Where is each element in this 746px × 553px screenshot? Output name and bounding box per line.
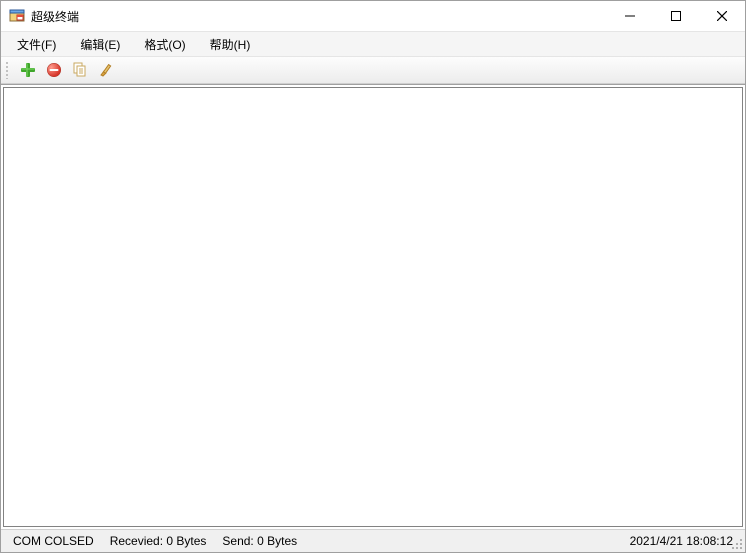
statusbar: COM COLSED Recevied: 0 Bytes Send: 0 Byt… — [1, 529, 745, 552]
minus-icon — [46, 62, 62, 78]
plus-icon — [20, 62, 36, 78]
close-button[interactable] — [699, 1, 745, 31]
menu-format[interactable]: 格式(O) — [134, 34, 195, 55]
brush-icon — [98, 62, 114, 78]
add-button[interactable] — [19, 61, 37, 79]
maximize-button[interactable] — [653, 1, 699, 31]
toolbar — [1, 57, 745, 84]
window-title: 超级终端 — [31, 8, 79, 25]
copy-button[interactable] — [71, 61, 89, 79]
minimize-button[interactable] — [607, 1, 653, 31]
menu-file[interactable]: 文件(F) — [7, 34, 66, 55]
client-wrap — [1, 84, 745, 529]
copy-icon — [72, 62, 88, 78]
titlebar: 超级终端 — [1, 1, 745, 31]
status-com: COM COLSED — [5, 534, 102, 548]
status-received: Recevied: 0 Bytes — [102, 534, 215, 548]
status-datetime: 2021/4/21 18:08:12 — [622, 534, 741, 548]
menubar: 文件(F) 编辑(E) 格式(O) 帮助(H) — [1, 31, 745, 57]
app-window: 超级终端 文件(F) 编辑(E) 格式(O) 帮助(H) — [0, 0, 746, 553]
resize-grip[interactable] — [729, 536, 743, 550]
toolbar-grip — [5, 61, 9, 79]
menu-help[interactable]: 帮助(H) — [200, 34, 261, 55]
app-icon — [9, 8, 25, 24]
menu-edit[interactable]: 编辑(E) — [70, 34, 130, 55]
window-controls — [607, 1, 745, 31]
clear-button[interactable] — [97, 61, 115, 79]
status-send: Send: 0 Bytes — [214, 534, 305, 548]
title-left: 超级终端 — [9, 8, 79, 25]
terminal-textarea[interactable] — [3, 87, 743, 527]
remove-button[interactable] — [45, 61, 63, 79]
